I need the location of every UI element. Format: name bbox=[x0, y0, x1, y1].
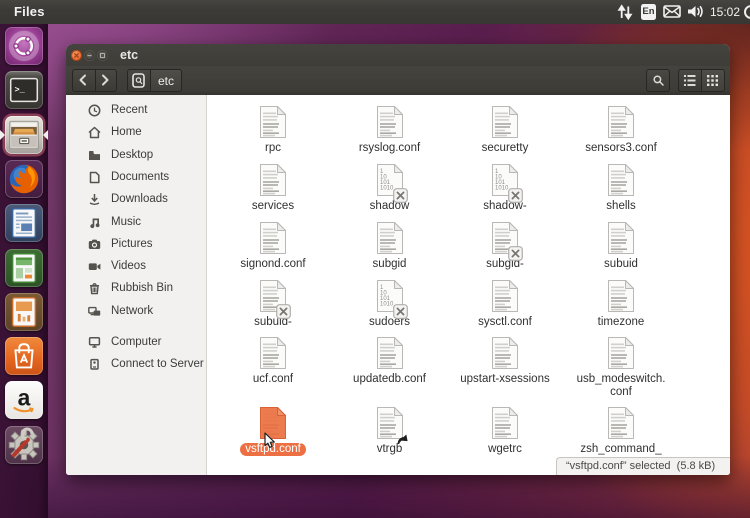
svg-text:1010: 1010 bbox=[495, 186, 509, 192]
svg-text:1010: 1010 bbox=[380, 301, 394, 307]
svg-text:>_: >_ bbox=[15, 85, 26, 95]
svg-text:a: a bbox=[18, 385, 31, 411]
svg-text:1010: 1010 bbox=[380, 186, 394, 192]
